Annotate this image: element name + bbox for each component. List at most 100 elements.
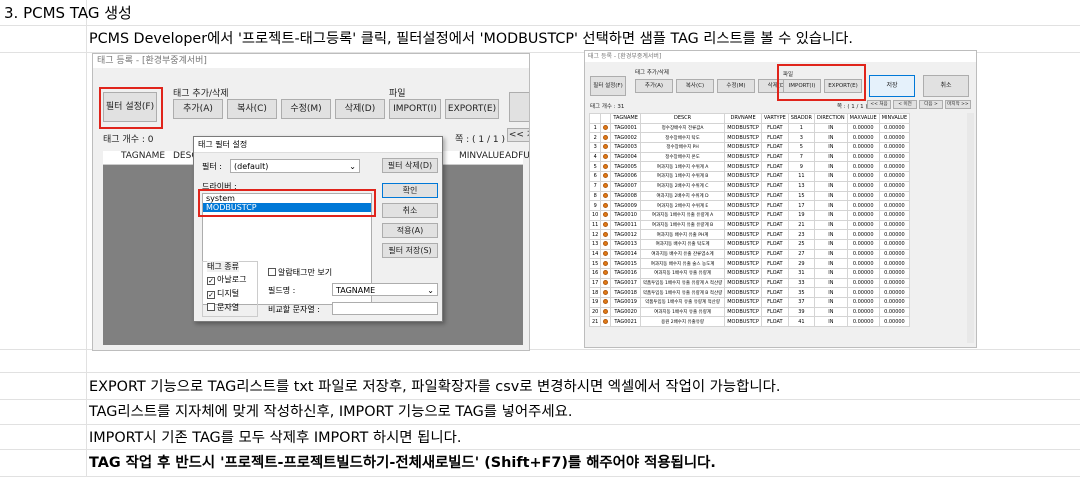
filter-settings-button[interactable]: 필터 설정(F) [590, 76, 626, 96]
export-button[interactable]: EXPORT(E) [445, 99, 499, 119]
status-dot-icon [600, 268, 612, 279]
table-cell: MODBUSTCP [724, 132, 762, 144]
delete-button[interactable]: 삭제(D) [335, 99, 385, 119]
table-row[interactable]: 1 TAG0001 정수장배수지 전류값A MODBUSTCP FLOAT 1 IN 0.00… [588, 122, 911, 134]
table-row[interactable]: 20 TAG0020 여과지동 1배수지 유출 유량계 MODBUSTCP FLOAT 3… [588, 306, 911, 318]
save-button-partial[interactable] [509, 92, 529, 122]
table-row[interactable]: 11 TAG0011 여과지동 1배수지 유출 유량계 B MODBUSTCP FLOA… [588, 219, 911, 231]
table-row[interactable]: 9 TAG0009 여과지동 2배수지 수위계 E MODBUSTCP FLOAT 17 I… [588, 200, 911, 211]
ok-button[interactable]: 확인 [382, 183, 438, 198]
table-row[interactable]: 10 TAG0010 여과지동 1배수지 유출 유량계 A MODBUSTCP FLOA… [588, 209, 911, 221]
table-cell: TAG0016 [610, 268, 641, 279]
table-cell: 정수장배수지 탁도 [639, 132, 726, 144]
nav-last-button[interactable]: 마지막 >> [945, 100, 971, 109]
table-cell: FLOAT [760, 229, 789, 240]
cancel-button[interactable]: 취소 [923, 75, 969, 97]
column-header[interactable]: SBADDR [787, 113, 816, 124]
table-cell: 6 [588, 171, 602, 182]
table-cell: IN [814, 219, 848, 231]
apply-button[interactable]: 적용(A) [382, 223, 438, 238]
nav-prev-button[interactable]: < 이전 [893, 100, 917, 109]
table-cell: FLOAT [760, 190, 789, 202]
table-row[interactable]: 3 TAG0003 정수장배수지 PH MODBUSTCP FLOAT 5 IN 0.0000… [588, 142, 911, 153]
table-row[interactable]: 8 TAG0008 여과지동 2배수지 수위계 D MODBUSTCP FLOAT 15 I… [588, 190, 911, 202]
table-row[interactable]: 5 TAG0005 여과지동 1배수지 수위계 A MODBUSTCP FLOAT 9 IN… [588, 161, 911, 173]
column-header[interactable]: DIRECTION [814, 113, 848, 124]
table-row[interactable]: 17 TAG0017 약품투입동 1배수지 유출 유량계 A 적산량 MODBUSTC… [588, 277, 911, 289]
table-cell: IN [814, 171, 848, 182]
column-header[interactable]: DESCR [639, 113, 726, 124]
table-row[interactable]: 7 TAG0007 여과지동 2배수지 수위계 C MODBUSTCP FLOAT 13 I… [588, 180, 911, 192]
table-cell: MODBUSTCP [724, 248, 762, 260]
filter-delete-button[interactable]: 필터 삭제(D) [382, 158, 438, 173]
table-cell: TAG0013 [610, 238, 641, 250]
copy-button[interactable]: 복사(C) [227, 99, 277, 119]
cancel-button[interactable]: 취소 [382, 203, 438, 218]
table-row[interactable]: 14 TAG0014 여과지동 배수지 유출 잔류염소계 MODBUSTCP FLOAT… [588, 248, 911, 260]
table-cell: 25 [787, 238, 816, 250]
status-dot-icon [600, 209, 612, 221]
table-cell: MODBUSTCP [724, 268, 762, 279]
table-cell: TAG0003 [610, 142, 641, 153]
col-adfull: ADFU [505, 151, 530, 161]
status-dot-icon [600, 122, 612, 134]
table-row[interactable]: 4 TAG0004 정수장배수지 온도 MODBUSTCP FLOAT 7 IN 0.0000… [588, 151, 911, 163]
table-row[interactable]: 19 TAG0019 약품투입동 1배수지 유출 유량계 적산량 MODBUSTCP F… [588, 297, 911, 308]
kind-digital-checkbox[interactable]: ✓ 디지털 [207, 288, 239, 299]
column-header[interactable]: VARTYPE [760, 113, 789, 124]
column-header[interactable]: MAXVALUE [846, 113, 880, 124]
nav-next-button[interactable]: 다음 > [919, 100, 943, 109]
compare-input[interactable] [332, 302, 438, 315]
table-row[interactable]: 15 TAG0015 여과지동 배수지 유출 술스 농도계 MODBUSTCP FLOA… [588, 258, 911, 269]
table-cell: FLOAT [760, 171, 789, 182]
table-cell: 5 [787, 142, 816, 153]
edit-button[interactable]: 수정(M) [281, 99, 331, 119]
table-cell: 7 [787, 151, 816, 163]
first-page-button[interactable]: << 처 [507, 128, 529, 142]
group-tag-add-delete: 태그 추가/삭제 [173, 89, 229, 99]
nav-first-button[interactable]: << 처음 [867, 100, 891, 109]
table-row[interactable]: 21 TAG0021 용원 2배수지 유출유량 MODBUSTCP FLOAT 41 IN 0… [588, 316, 911, 328]
table-cell: TAG0015 [610, 258, 641, 269]
table-row[interactable]: 2 TAG0002 정수장배수지 탁도 MODBUSTCP FLOAT 3 IN 0.0000… [588, 132, 911, 144]
table-cell: TAG0011 [610, 219, 641, 231]
highlight-box [198, 189, 376, 217]
table-row[interactable]: 13 TAG0013 여과지동 배수지 유출 탁도계 MODBUSTCP FLOAT 25… [588, 238, 911, 250]
table-cell: 37 [787, 297, 816, 308]
status-dot-icon [600, 161, 612, 173]
vertical-scrollbar[interactable] [967, 113, 974, 343]
table-row[interactable]: 18 TAG0018 약품투입동 1배수지 유출 유량계 B 적산량 MODBUSTC… [588, 287, 911, 299]
column-header[interactable] [588, 113, 602, 124]
status-dot-icon [600, 258, 612, 269]
table-cell: MODBUSTCP [724, 306, 762, 318]
table-cell: 12 [588, 229, 602, 240]
kind-analog-checkbox[interactable]: ✓ 아날로그 [207, 274, 246, 285]
field-name-select[interactable]: TAGNAME ⌄ [332, 283, 438, 296]
column-header[interactable]: DRVNAME [724, 113, 762, 124]
alarm-only-checkbox[interactable]: 알람태그만 보기 [268, 267, 332, 278]
column-header[interactable] [600, 113, 612, 124]
import-button[interactable]: IMPORT(I) [389, 99, 441, 119]
table-cell: 0.00000 [846, 268, 880, 279]
filter-save-button[interactable]: 필터 저장(S) [382, 243, 438, 258]
column-header[interactable]: MINVALUE [878, 113, 911, 124]
kind-string-checkbox[interactable]: 문자열 [207, 302, 239, 313]
table-row[interactable]: 12 TAG0012 여과지동 배수지 유출 PH계 MODBUSTCP FLOAT 23… [588, 229, 911, 240]
add-button[interactable]: 추가(A) [635, 79, 673, 93]
save-button[interactable]: 저장 [869, 75, 915, 97]
table-row[interactable]: 16 TAG0016 여과지동 1배수지 유출 유량계 MODBUSTCP FLOAT 3… [588, 268, 911, 279]
table-cell: FLOAT [760, 132, 789, 144]
column-header[interactable]: TAGNAME [610, 113, 641, 124]
table-cell: MODBUSTCP [724, 190, 762, 202]
edit-button[interactable]: 수정(M) [717, 79, 755, 93]
col-tagname: TAGNAME [121, 151, 166, 161]
add-button[interactable]: 추가(A) [173, 99, 223, 119]
table-cell: 21 [588, 316, 602, 328]
table-cell: IN [814, 122, 848, 134]
filter-select[interactable]: (default) ⌄ [230, 159, 360, 173]
table-cell: 16 [588, 268, 602, 279]
table-row[interactable]: 6 TAG0006 여과지동 1배수지 수위계 B MODBUSTCP FLOAT 11 I… [588, 171, 911, 182]
copy-button[interactable]: 복사(C) [676, 79, 714, 93]
table-cell: TAG0017 [610, 277, 641, 289]
table-cell: 0.00000 [846, 277, 880, 289]
